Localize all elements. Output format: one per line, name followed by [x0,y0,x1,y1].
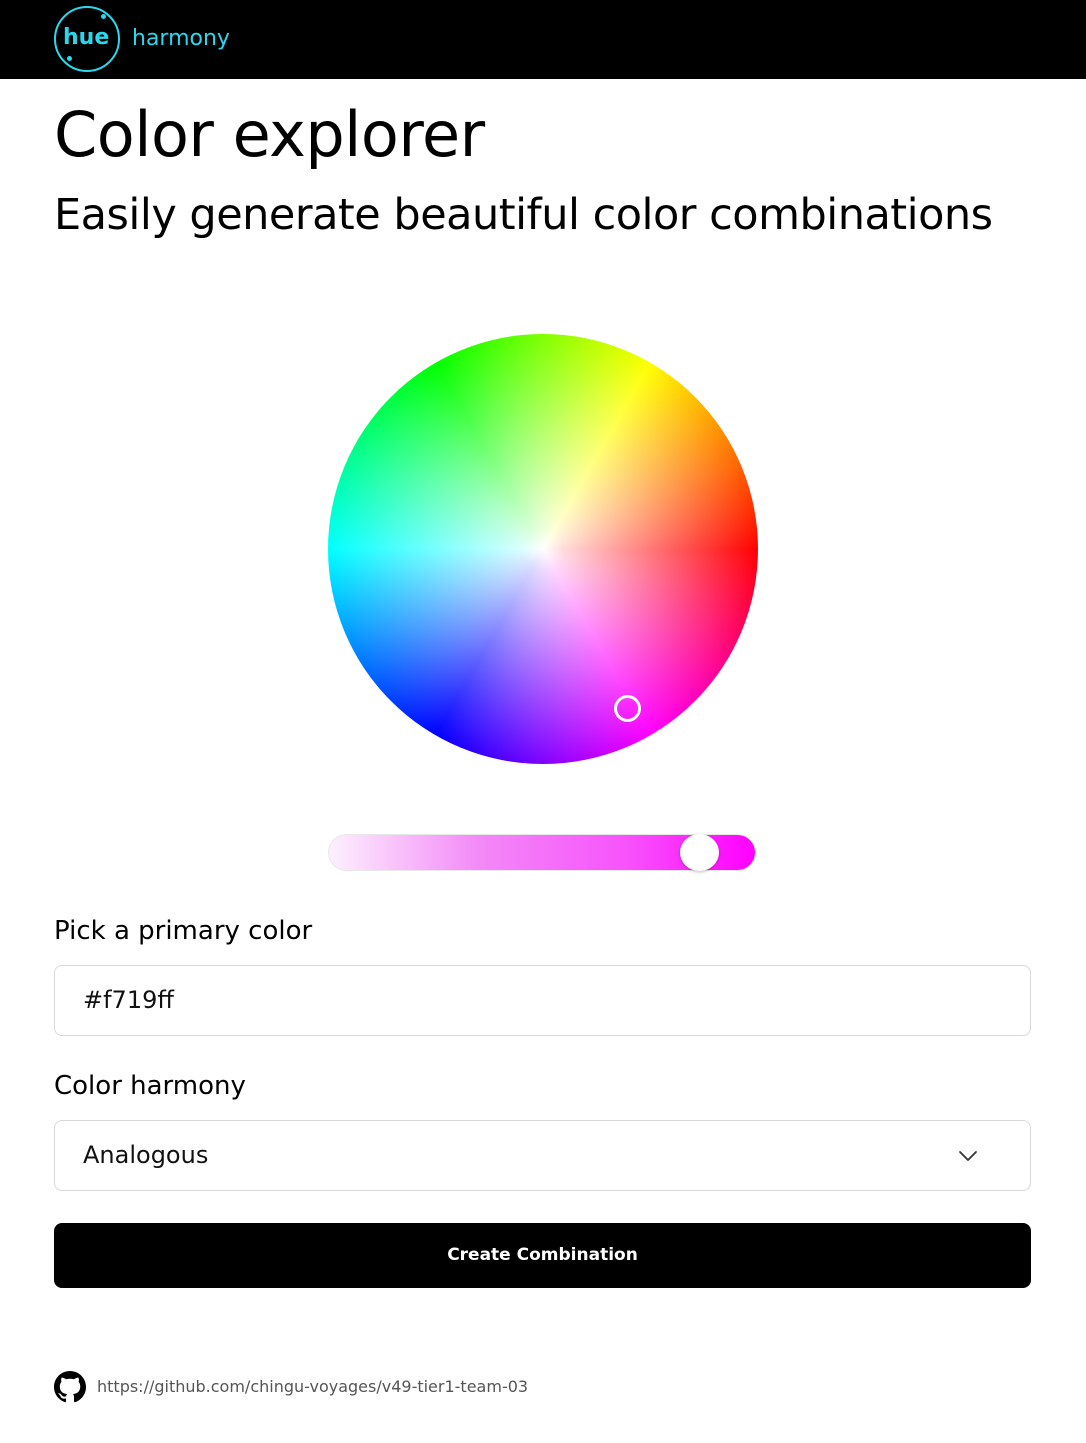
logo-harmony-text: harmony [132,26,230,51]
color-harmony-value: Analogous [83,1141,209,1169]
github-repo-link[interactable]: https://github.com/chingu-voyages/v49-ti… [97,1377,528,1396]
create-combination-button[interactable]: Create Combination [54,1223,1031,1288]
primary-color-input[interactable]: #f719ff [54,965,1031,1036]
logo-dot-icon [67,56,72,61]
lightness-slider-thumb[interactable] [680,834,719,871]
logo-dot-icon [101,14,106,19]
color-harmony-select[interactable]: Analogous [54,1120,1031,1191]
hue-harmony-logo[interactable]: hue harmony [54,6,242,72]
page-title: Color explorer [54,98,485,171]
page-subtitle: Easily generate beautiful color combinat… [54,190,993,240]
github-icon[interactable] [54,1370,86,1404]
color-harmony-label: Color harmony [54,1071,246,1101]
logo-hue-text: hue [63,25,110,50]
color-wheel-handle[interactable] [614,695,641,722]
chevron-down-icon [959,1151,977,1161]
color-wheel[interactable] [328,334,758,764]
top-navbar: hue harmony [0,0,1086,79]
primary-color-label: Pick a primary color [54,916,313,946]
primary-color-value: #f719ff [83,986,174,1014]
